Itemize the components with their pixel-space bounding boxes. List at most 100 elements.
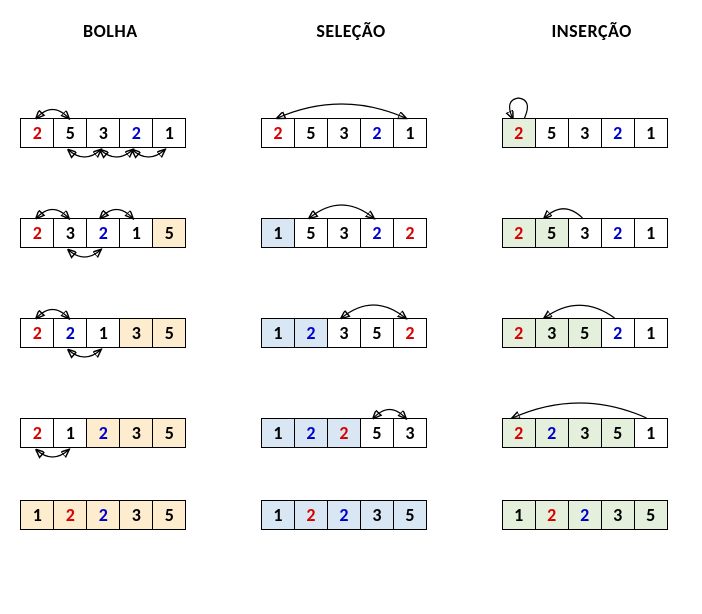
algorithm-column-seleção: SELEÇÃO2532115322123521225312235 — [251, 20, 452, 580]
array-cell: 1 — [261, 500, 295, 530]
sort-step: 12352 — [261, 280, 441, 380]
array-cell: 3 — [568, 118, 602, 148]
array-cell: 5 — [294, 118, 328, 148]
array-cell: 2 — [393, 218, 427, 248]
sort-step: 12253 — [261, 380, 441, 480]
array-cell: 1 — [261, 418, 295, 448]
array-row: 22351 — [502, 418, 668, 448]
array-cell: 1 — [393, 118, 427, 148]
array-cell: 2 — [20, 318, 54, 348]
array-cell: 2 — [360, 218, 394, 248]
sort-step: 25321 — [502, 180, 682, 280]
array-cell: 3 — [568, 218, 602, 248]
array-cell: 1 — [261, 318, 295, 348]
array-cell: 2 — [261, 118, 295, 148]
array-cell: 5 — [393, 500, 427, 530]
array-cell: 2 — [601, 218, 635, 248]
array-cell: 3 — [53, 218, 87, 248]
array-row: 21235 — [20, 418, 186, 448]
array-cell: 2 — [86, 418, 120, 448]
sort-step: 23521 — [502, 280, 682, 380]
column-title: BOLHA — [83, 20, 138, 42]
array-cell: 5 — [152, 218, 186, 248]
sort-step: 22351 — [502, 380, 682, 480]
array-cell: 5 — [152, 418, 186, 448]
column-title: SELEÇÃO — [316, 20, 385, 42]
array-cell: 3 — [327, 218, 361, 248]
array-cell: 1 — [53, 418, 87, 448]
array-cell: 5 — [152, 318, 186, 348]
array-cell: 2 — [327, 500, 361, 530]
array-cell: 2 — [502, 218, 536, 248]
array-cell: 2 — [393, 318, 427, 348]
array-cell: 2 — [502, 118, 536, 148]
array-cell: 5 — [360, 418, 394, 448]
sort-step: 25321 — [261, 80, 441, 180]
array-row: 23521 — [502, 318, 668, 348]
sort-step: 21235 — [20, 380, 200, 480]
array-cell: 2 — [20, 418, 54, 448]
array-cell: 2 — [568, 500, 602, 530]
array-cell: 1 — [634, 218, 668, 248]
column-title: INSERÇÃO — [552, 20, 632, 42]
sort-step: 25321 — [502, 80, 682, 180]
sort-step: 25321 — [20, 80, 200, 180]
array-cell: 2 — [360, 118, 394, 148]
array-cell: 5 — [294, 218, 328, 248]
array-cell: 2 — [601, 318, 635, 348]
array-cell: 2 — [86, 500, 120, 530]
array-cell: 3 — [601, 500, 635, 530]
sort-step: 15322 — [261, 180, 441, 280]
sort-step: 12235 — [20, 480, 200, 580]
array-cell: 5 — [535, 218, 569, 248]
array-cell: 1 — [86, 318, 120, 348]
array-cell: 3 — [327, 118, 361, 148]
array-cell: 2 — [20, 218, 54, 248]
array-cell: 2 — [294, 500, 328, 530]
array-row: 12235 — [261, 500, 427, 530]
array-cell: 1 — [20, 500, 54, 530]
array-cell: 3 — [119, 500, 153, 530]
array-cell: 3 — [360, 500, 394, 530]
algorithm-column-inserção: INSERÇÃO2532125321235212235112235 — [491, 20, 692, 580]
array-cell: 5 — [360, 318, 394, 348]
sort-step: 12235 — [261, 480, 441, 580]
sort-step: 12235 — [502, 480, 682, 580]
sort-step: 22135 — [20, 280, 200, 380]
array-cell: 1 — [261, 218, 295, 248]
array-row: 23215 — [20, 218, 186, 248]
array-cell: 1 — [502, 500, 536, 530]
array-cell: 2 — [53, 500, 87, 530]
array-cell: 2 — [86, 218, 120, 248]
array-row: 25321 — [502, 218, 668, 248]
array-cell: 2 — [502, 418, 536, 448]
array-cell: 3 — [393, 418, 427, 448]
array-cell: 5 — [152, 500, 186, 530]
array-row: 25321 — [261, 118, 427, 148]
array-cell: 5 — [568, 318, 602, 348]
array-cell: 2 — [294, 418, 328, 448]
array-cell: 2 — [20, 118, 54, 148]
array-cell: 3 — [568, 418, 602, 448]
array-cell: 2 — [502, 318, 536, 348]
array-row: 25321 — [20, 118, 186, 148]
sort-comparison-diagram: BOLHA2532123215221352123512235SELEÇÃO253… — [10, 20, 692, 580]
array-row: 12235 — [502, 500, 668, 530]
array-cell: 5 — [634, 500, 668, 530]
algorithm-column-bolha: BOLHA2532123215221352123512235 — [10, 20, 211, 580]
array-cell: 5 — [535, 118, 569, 148]
array-cell: 2 — [535, 418, 569, 448]
array-cell: 2 — [294, 318, 328, 348]
array-cell: 1 — [634, 418, 668, 448]
array-cell: 5 — [601, 418, 635, 448]
array-cell: 3 — [535, 318, 569, 348]
array-cell: 1 — [634, 118, 668, 148]
sort-step: 23215 — [20, 180, 200, 280]
array-cell: 1 — [634, 318, 668, 348]
array-cell: 2 — [535, 500, 569, 530]
array-cell: 1 — [119, 218, 153, 248]
array-cell: 5 — [53, 118, 87, 148]
array-cell: 2 — [327, 418, 361, 448]
array-cell: 1 — [152, 118, 186, 148]
array-cell: 3 — [86, 118, 120, 148]
